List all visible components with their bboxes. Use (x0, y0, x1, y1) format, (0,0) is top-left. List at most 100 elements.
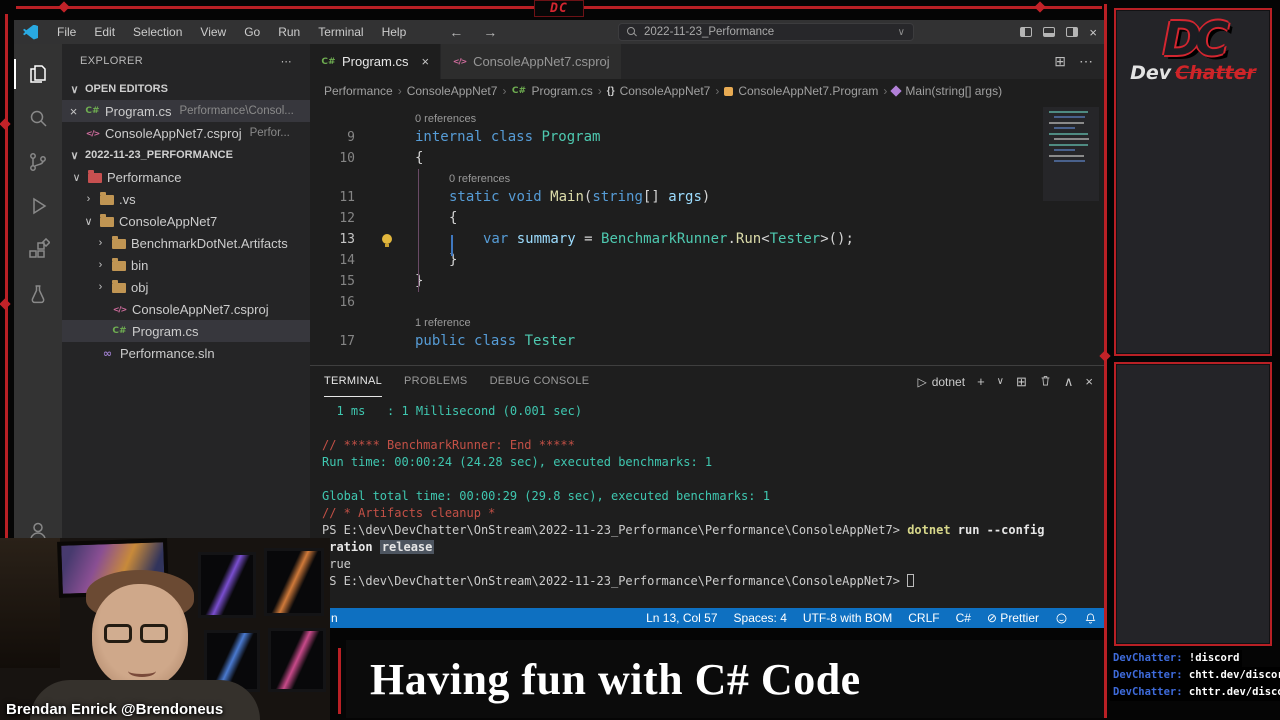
csharp-file-icon: C# (511, 86, 527, 96)
breadcrumb-item-consoleappnet7-program[interactable]: ConsoleAppNet7.Program (724, 84, 878, 98)
panel-tab-terminal[interactable]: TERMINAL (324, 366, 383, 397)
breadcrumb-item-program-cs[interactable]: C# Program.cs (511, 84, 593, 98)
devchatter-logo: DC (1163, 12, 1229, 66)
window-close-icon[interactable]: × (1089, 25, 1097, 40)
chevron-down-icon[interactable]: ∨ (997, 376, 1004, 387)
code-line-15[interactable]: } (355, 271, 423, 292)
terminal-shell-selector[interactable]: ▷ dotnet (917, 375, 965, 389)
tree-item-vs[interactable]: › .vs (62, 188, 310, 210)
status-ln-13-col-57[interactable]: Ln 13, Col 57 (646, 611, 717, 625)
code-line-11[interactable]: static void Main(string[] args) (355, 187, 710, 208)
more-actions-icon[interactable]: ⋯ (281, 55, 292, 68)
minimap[interactable] (1043, 107, 1099, 201)
tree-item-bin[interactable]: › bin (62, 254, 310, 276)
tree-item-program-cs[interactable]: C# Program.cs (62, 320, 310, 342)
code-line-14[interactable]: } (355, 250, 457, 271)
menu-file[interactable]: File (48, 25, 85, 39)
activity-explorer-icon[interactable] (14, 52, 62, 96)
split-terminal-icon[interactable]: ⊞ (1016, 374, 1027, 390)
status-c[interactable]: C# (956, 611, 971, 625)
menu-terminal[interactable]: Terminal (309, 25, 372, 39)
frame-diamond (0, 118, 11, 130)
close-icon[interactable]: × (421, 54, 429, 69)
panel-tab-problems[interactable]: PROBLEMS (404, 366, 468, 397)
breadcrumb-item-consoleappnet7[interactable]: ConsoleAppNet7 (407, 84, 498, 98)
open-editors-header[interactable]: ∨ OPEN EDITORS (62, 78, 310, 100)
status-spaces-4[interactable]: Spaces: 4 (734, 611, 787, 625)
breadcrumb-item-main-string-args[interactable]: Main(string[] args) (890, 84, 1002, 98)
tree-item-obj[interactable]: › obj (62, 276, 310, 298)
tree-item-benchmarkdotnet-artifacts[interactable]: › BenchmarkDotNet.Artifacts (62, 232, 310, 254)
terminal-line: 1 ms : 1 Millisecond (0.001 sec) (322, 404, 583, 418)
status-crlf[interactable]: CRLF (908, 611, 939, 625)
menu-go[interactable]: Go (235, 25, 269, 39)
code-editor[interactable]: 0 references 9 internal class Program 10{0 … (310, 103, 1105, 365)
history-forward-icon[interactable]: → (483, 24, 497, 40)
terminal-output[interactable]: 1 ms : 1 Millisecond (0.001 sec) // ****… (310, 397, 1105, 608)
tree-item-performance[interactable]: ∨ Performance (62, 166, 310, 188)
notifications-bell-icon[interactable] (1084, 612, 1097, 625)
kill-terminal-icon[interactable] (1039, 374, 1052, 390)
breadcrumb-item-performance[interactable]: Performance (324, 84, 393, 98)
folder-icon (112, 280, 126, 293)
open-editor-consoleappnet7-csproj[interactable]: </> ConsoleAppNet7.csproj Perfor... (62, 122, 310, 144)
panel-tab-debug-console[interactable]: DEBUG CONSOLE (490, 366, 590, 397)
tree-item-consoleappnet7-csproj[interactable]: </> ConsoleAppNet7.csproj (62, 298, 310, 320)
toggle-sidebar-icon[interactable] (1020, 27, 1033, 37)
tree-item-consoleappnet7[interactable]: ∨ ConsoleAppNet7 (62, 210, 310, 232)
line-number: 12 (339, 211, 355, 226)
chevron-right-icon: › (715, 84, 720, 98)
chevron-right-icon: › (98, 259, 103, 271)
menu-view[interactable]: View (191, 25, 235, 39)
code-line-12[interactable]: { (355, 208, 457, 229)
activity-run-debug-icon[interactable] (14, 184, 62, 228)
toggle-panel-icon[interactable] (1043, 27, 1056, 37)
status-prettier[interactable]: ⊘ Prettier (987, 611, 1039, 625)
feedback-smiley-icon[interactable] (1055, 612, 1068, 625)
codelens[interactable]: 1 reference (355, 313, 471, 331)
lightbulb-icon[interactable] (382, 234, 392, 247)
menu-help[interactable]: Help (373, 25, 416, 39)
tree-item-performance-sln[interactable]: ∞ Performance.sln (62, 342, 310, 364)
sln-file-icon: ∞ (102, 346, 113, 360)
close-icon[interactable]: × (67, 104, 80, 119)
menu-run[interactable]: Run (269, 25, 309, 39)
history-back-icon[interactable]: ← (449, 24, 463, 40)
menu-selection[interactable]: Selection (124, 25, 191, 39)
open-editor-program-cs[interactable]: × C# Program.cs Performance\Consol... (62, 100, 310, 122)
codelens[interactable]: 0 references (355, 169, 510, 187)
menu-edit[interactable]: Edit (85, 25, 124, 39)
status-utf-8-with-bom[interactable]: UTF-8 with BOM (803, 611, 892, 625)
more-actions-icon[interactable]: ⋯ (1079, 53, 1093, 70)
code-line-16[interactable] (355, 292, 415, 313)
explorer-sidebar: EXPLORER ⋯ ∨ OPEN EDITORS × C# Program.cs P… (62, 44, 310, 608)
search-icon (627, 27, 637, 37)
activity-testing-icon[interactable] (14, 272, 62, 316)
csproj-file-icon: </> (452, 57, 467, 66)
workspace-header[interactable]: ∨ 2022-11-23_PERFORMANCE (62, 144, 310, 166)
code-line-17[interactable]: public class Tester (355, 331, 575, 352)
activity-extensions-icon[interactable] (14, 228, 62, 272)
webcam-poster (268, 628, 326, 692)
activity-source-control-icon[interactable] (14, 140, 62, 184)
chevron-down-icon: ∨ (70, 83, 79, 96)
webcam-person-glasses (104, 624, 168, 643)
tab-program-cs[interactable]: C# Program.cs × (310, 44, 442, 79)
breadcrumb-item-consoleappnet7[interactable]: {} ConsoleAppNet7 (607, 84, 711, 98)
code-line-13[interactable]: var summary = BenchmarkRunner.Run<Tester… (355, 229, 854, 250)
play-icon: ▷ (917, 374, 927, 389)
webcam-caption: Brendan Enrick @Brendoneus (6, 701, 224, 718)
terminal-line: PS E:\dev\DevChatter\OnStream\2022-11-23… (322, 523, 1045, 537)
command-center-search[interactable]: 2022-11-23_Performance ∨ (618, 23, 914, 41)
activity-search-icon[interactable] (14, 96, 62, 140)
close-panel-icon[interactable]: × (1085, 374, 1093, 389)
new-terminal-icon[interactable]: + (977, 374, 985, 389)
split-editor-icon[interactable]: ⊞ (1054, 53, 1066, 70)
tab-consoleappnet7-csproj[interactable]: </> ConsoleAppNet7.csproj (441, 44, 622, 79)
toggle-secondary-sidebar-icon[interactable] (1066, 27, 1079, 37)
maximize-panel-icon[interactable]: ∧ (1064, 374, 1074, 390)
code-line-9[interactable]: internal class Program (355, 127, 600, 148)
code-line-10[interactable]: { (355, 148, 423, 169)
codelens[interactable]: 0 references (355, 109, 476, 127)
indent-guide-active (451, 235, 453, 256)
